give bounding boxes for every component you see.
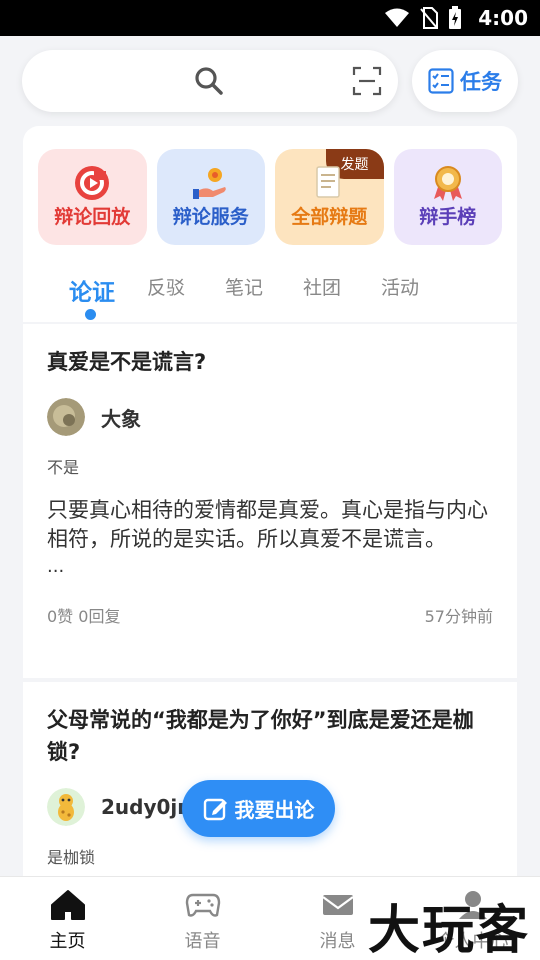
clock: 4:00 (478, 6, 528, 30)
post-stance: 不是 (47, 458, 80, 477)
tile-debate-service[interactable]: 辩论服务 (156, 149, 265, 245)
post-stance: 是枷锁 (47, 848, 96, 867)
tile-label: 全部辩题 (291, 206, 368, 228)
tile-label: 辩手榜 (419, 206, 477, 228)
tile-label: 辩论服务 (172, 206, 249, 228)
task-button-label: 任务 (460, 70, 502, 94)
tab-label: 反驳 (147, 277, 186, 299)
checklist-icon (428, 68, 454, 94)
tile-all-topics[interactable]: 发题 全部辩题 (275, 149, 384, 245)
tab-label: 活动 (381, 277, 420, 299)
post-body: 只要真心相待的爱情都是真爱。真心是指与内心相符，所说的是实话。所以真爱不是谎言。 (47, 498, 488, 551)
post-title: 父母常说的“我都是为了你好”到底是爱还是枷锁? (47, 708, 474, 764)
tab-events[interactable]: 活动 (381, 273, 459, 307)
tile-debate-replay[interactable]: 辩论回放 (38, 149, 147, 245)
service-icon (192, 168, 226, 199)
post-card[interactable]: 真爱是不是谎言? 大象 不是 只要真心相待的爱情都是真爱。真心是指与内心相符，所… (23, 324, 517, 678)
feature-tiles: 辩论回放 辩论服务 发题 全部辩题 辩手榜 (23, 126, 517, 245)
search-input[interactable] (22, 50, 398, 112)
post-time: 57分钟前 (424, 607, 493, 626)
watermark-logo: 大玩客 (368, 900, 531, 960)
tab-rebuttal[interactable]: 反驳 (147, 273, 225, 307)
home-icon (50, 890, 85, 920)
tab-label: 论证 (69, 280, 115, 306)
tab-notes[interactable]: 笔记 (225, 273, 303, 307)
gamepad-icon (185, 893, 220, 917)
tab-argument[interactable]: 论证 (69, 273, 147, 320)
no-sim-icon (420, 7, 439, 29)
nav-label: 语音 (184, 931, 221, 952)
tile-debater-ranking[interactable]: 辩手榜 (393, 149, 502, 245)
task-button[interactable]: 任务 (412, 50, 518, 112)
nav-voice[interactable]: 语音 (135, 877, 270, 960)
scan-icon[interactable] (352, 66, 382, 96)
mail-icon (321, 895, 354, 915)
avatar[interactable] (47, 398, 85, 436)
publish-argument-button[interactable]: 我要出论 (182, 780, 335, 837)
status-bar: 4:00 (0, 0, 540, 36)
replay-icon (75, 166, 110, 200)
tab-clubs[interactable]: 社团 (303, 273, 381, 307)
edit-icon (203, 798, 227, 820)
document-icon (316, 166, 340, 198)
nav-label: 消息 (319, 931, 356, 952)
avatar[interactable] (47, 788, 85, 826)
tab-label: 笔记 (225, 277, 264, 299)
post-more: ... (47, 556, 65, 577)
content-tabs: 论证 反驳 笔记 社团 活动 (23, 245, 517, 320)
post-stats: 0赞 0回复 (47, 607, 121, 626)
active-tab-indicator (85, 309, 96, 320)
post-author[interactable]: 大象 (47, 398, 493, 436)
wifi-icon (385, 8, 410, 27)
author-name: 大象 (101, 406, 141, 431)
top-bar: 任务 (0, 36, 540, 112)
battery-charging-icon (449, 6, 462, 29)
publish-argument-label: 我要出论 (234, 798, 315, 822)
tile-label: 辩论回放 (54, 206, 131, 228)
tab-label: 社团 (303, 277, 342, 299)
nav-label: 主页 (49, 931, 86, 952)
medal-icon (433, 166, 462, 201)
feature-card: 辩论回放 辩论服务 发题 全部辩题 辩手榜 论证 反驳 笔记 社团 活动 (23, 126, 517, 322)
post-title: 真爱是不是谎言? (47, 350, 207, 374)
search-icon (195, 67, 223, 95)
post-meta: 0赞 0回复 57分钟前 (47, 603, 493, 627)
post-card[interactable]: 父母常说的“我都是为了你好”到底是爱还是枷锁? 2udy0jnt 是枷锁 (23, 682, 517, 876)
nav-home[interactable]: 主页 (0, 877, 135, 960)
